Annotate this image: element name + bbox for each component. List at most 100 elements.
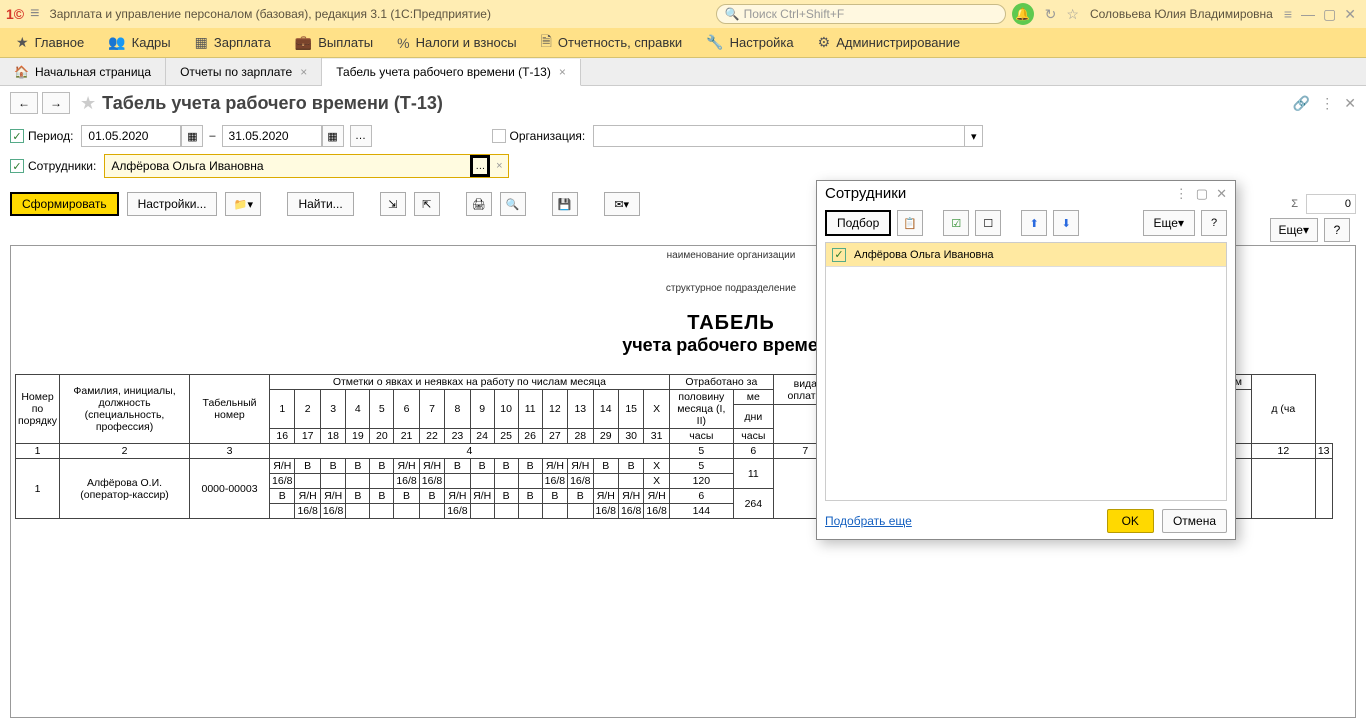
close-tab-icon[interactable]: ✕: [1344, 95, 1356, 112]
org-checkbox[interactable]: [492, 129, 506, 143]
favorite-icon[interactable]: ☆: [1066, 6, 1079, 23]
print-icon[interactable]: 🖨: [466, 192, 492, 216]
period-select-button[interactable]: …: [350, 125, 372, 147]
nav-icon: ★: [16, 34, 29, 51]
nav-icon: ⚙: [818, 34, 831, 51]
link-icon[interactable]: 🔗: [1293, 95, 1310, 112]
employees-label: Сотрудники:: [28, 159, 96, 173]
collapse-groups-icon[interactable]: ⇱: [414, 192, 440, 216]
org-label: Организация:: [510, 129, 586, 143]
calendar-from-icon[interactable]: ▦: [181, 125, 203, 147]
tab[interactable]: Табель учета рабочего времени (Т-13) ×: [322, 59, 581, 86]
search-placeholder: Поиск Ctrl+Shift+F: [744, 7, 845, 21]
help-button-outer[interactable]: ?: [1324, 218, 1350, 242]
period-label: Период:: [28, 129, 73, 143]
nav-item[interactable]: %Налоги и взносы: [385, 28, 529, 57]
tab-label: Отчеты по зарплате: [180, 65, 292, 79]
popup-more-button[interactable]: Еще ▾: [1143, 210, 1195, 236]
popup-ok-button[interactable]: OK: [1107, 509, 1154, 533]
notifications-icon[interactable]: 🔔: [1012, 3, 1034, 25]
nav-icon: ▦: [195, 34, 208, 51]
popup-row-checkbox[interactable]: ✓: [832, 248, 846, 262]
employees-clear-icon[interactable]: ×: [490, 155, 508, 177]
more-button-outer[interactable]: Еще ▾: [1270, 218, 1318, 242]
tab-bar: 🏠Начальная страницаОтчеты по зарплате×Та…: [0, 58, 1366, 86]
sum-display: 0: [1306, 194, 1356, 214]
maximize-icon[interactable]: ▢: [1323, 6, 1336, 23]
date-to-input[interactable]: 31.05.2020: [222, 125, 322, 147]
send-email-icon[interactable]: ✉▾: [604, 192, 640, 216]
search-icon: 🔍: [725, 7, 740, 21]
find-button[interactable]: Найти...: [287, 192, 353, 216]
popup-uncheck-all-icon[interactable]: ☐: [975, 210, 1001, 236]
global-search-input[interactable]: 🔍 Поиск Ctrl+Shift+F: [716, 4, 1006, 24]
popup-close-icon[interactable]: ✕: [1216, 186, 1227, 202]
tab[interactable]: Отчеты по зарплате ×: [166, 58, 322, 85]
nav-icon: 🗎: [541, 31, 552, 55]
nav-label: Главное: [35, 35, 85, 50]
tab-label: Табель учета рабочего времени (Т-13): [336, 65, 551, 79]
popup-pick-button[interactable]: Подбор: [825, 210, 891, 236]
date-dash: –: [209, 130, 215, 142]
tab-icon: 🏠: [14, 65, 29, 79]
save-variant-button[interactable]: 📁▾: [225, 192, 261, 216]
popup-more-icon[interactable]: ⋮: [1175, 186, 1188, 202]
page-title: Табель учета рабочего времени (Т-13): [102, 93, 443, 114]
nav-icon: 🔧: [706, 34, 723, 51]
popup-cancel-button[interactable]: Отмена: [1162, 509, 1227, 533]
history-icon[interactable]: ↻: [1045, 6, 1057, 23]
popup-copy-icon[interactable]: 📋: [897, 210, 923, 236]
tab-close-icon[interactable]: ×: [559, 65, 566, 79]
employees-popup: Сотрудники ⋮ ▢ ✕ Подбор 📋 ☑ ☐ ⬆ ⬇ Еще ▾ …: [816, 180, 1236, 540]
nav-label: Отчетность, справки: [558, 35, 682, 50]
settings-icon[interactable]: ≡: [1284, 6, 1292, 22]
popup-maximize-icon[interactable]: ▢: [1196, 186, 1208, 202]
popup-move-up-icon[interactable]: ⬆: [1021, 210, 1047, 236]
generate-button[interactable]: Сформировать: [10, 192, 119, 216]
popup-list[interactable]: ✓ Алфёрова Ольга Ивановна: [825, 242, 1227, 501]
main-menu-icon[interactable]: ≡: [30, 5, 39, 23]
nav-back-button[interactable]: ←: [10, 92, 38, 114]
current-user[interactable]: Соловьева Юлия Владимировна: [1090, 7, 1273, 21]
more-vertical-icon[interactable]: ⋮: [1320, 95, 1334, 112]
expand-groups-icon[interactable]: ⇲: [380, 192, 406, 216]
save-icon[interactable]: 💾: [552, 192, 578, 216]
nav-item[interactable]: 🔧Настройка: [694, 28, 805, 57]
popup-pick-more-link[interactable]: Подобрать еще: [825, 514, 1099, 528]
app-title: Зарплата и управление персоналом (базова…: [49, 7, 491, 21]
popup-check-all-icon[interactable]: ☑: [943, 210, 969, 236]
tab-close-icon[interactable]: ×: [300, 65, 307, 79]
nav-item[interactable]: 👥 Кадры: [96, 28, 182, 57]
main-nav: ★ Главное 👥 Кадры ▦ Зарплата 💼Выплаты%Налоги и…: [0, 28, 1366, 58]
period-checkbox[interactable]: ✓: [10, 129, 24, 143]
tab-label: Начальная страница: [35, 65, 151, 79]
employees-pick-button[interactable]: …: [470, 155, 490, 177]
popup-help-button[interactable]: ?: [1201, 210, 1227, 236]
nav-item[interactable]: ▦ Зарплата: [183, 28, 283, 57]
nav-item[interactable]: ⚙Администрирование: [806, 28, 973, 57]
close-window-icon[interactable]: ✕: [1344, 6, 1356, 23]
employees-checkbox[interactable]: ✓: [10, 159, 24, 173]
employees-value: Алфёрова Ольга Ивановна: [105, 155, 470, 177]
popup-move-down-icon[interactable]: ⬇: [1053, 210, 1079, 236]
org-select[interactable]: ▾: [593, 125, 983, 147]
nav-icon: 👥: [108, 34, 125, 51]
tab[interactable]: 🏠 Начальная страница: [0, 58, 166, 85]
nav-label: Кадры: [132, 35, 171, 50]
preview-icon[interactable]: 🔍: [500, 192, 526, 216]
favorite-toggle-icon[interactable]: ★: [80, 93, 96, 114]
settings-button[interactable]: Настройки...: [127, 192, 218, 216]
nav-item[interactable]: 🗎 Отчетность, справки: [529, 28, 695, 57]
date-from-input[interactable]: 01.05.2020: [81, 125, 181, 147]
calendar-to-icon[interactable]: ▦: [322, 125, 344, 147]
popup-row-label: Алфёрова Ольга Ивановна: [854, 249, 994, 261]
nav-forward-button[interactable]: →: [42, 92, 70, 114]
minimize-icon[interactable]: —: [1301, 6, 1315, 22]
app-logo-icon: 1©: [6, 6, 24, 22]
nav-label: Зарплата: [214, 35, 271, 50]
employees-input[interactable]: Алфёрова Ольга Ивановна … ×: [104, 154, 509, 178]
nav-item[interactable]: 💼Выплаты: [283, 28, 385, 57]
popup-list-row[interactable]: ✓ Алфёрова Ольга Ивановна: [826, 243, 1226, 267]
chevron-down-icon[interactable]: ▾: [965, 125, 983, 147]
nav-item[interactable]: ★ Главное: [4, 28, 96, 57]
